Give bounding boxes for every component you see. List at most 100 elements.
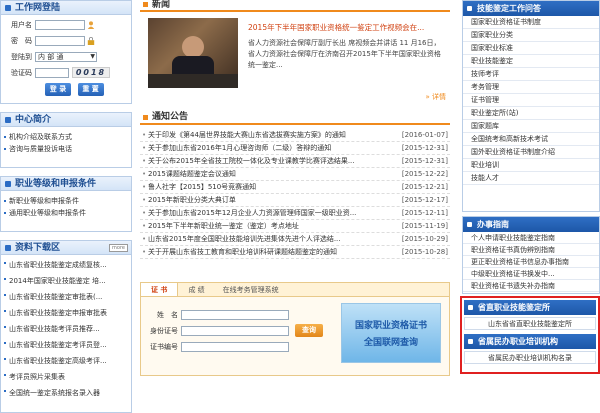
list-item[interactable]: 全国统一鉴定系统报名录入器 [1,385,131,401]
notice-link[interactable]: 鲁人社字【2015】510号竞赛通知 [140,181,390,193]
bullet-icon [467,6,472,11]
list-item[interactable]: 技能人才 [463,172,599,185]
list-item[interactable]: 全国统考和高新技术考试 [463,133,599,146]
notice-date: [2015-12-22] [401,170,448,178]
list-item[interactable]: 职业资格证书遗失补办指南 [463,280,599,292]
list-item[interactable]: 职业鉴定所(站) [463,107,599,120]
notice-header: 通知公告 [140,112,450,125]
list-item[interactable]: 山东省省直职业技能鉴定所 [464,317,596,330]
guide-title: 办事指南 [477,220,509,229]
more-button[interactable]: more [109,244,128,252]
list-item[interactable]: 证书管理 [463,94,599,107]
login-header: 工作网登陆 [1,1,131,15]
name-label: 姓 名 [157,310,178,319]
reset-button[interactable]: 重 置 [77,83,104,96]
list-item[interactable]: 通用职业等级和申报条件 [1,207,131,219]
news-header: 新闻 [140,0,450,12]
notice-link[interactable]: 关于开展山东省技工教育和职业培训科研课题结题鉴定的通知 [140,246,390,258]
notice-link[interactable]: 2015年新职业分类大典订单 [140,194,390,206]
notice-link[interactable]: 关于印发《第44届世界技能大赛山东省选拔赛实施方案》的通知 [140,129,390,141]
list-item[interactable]: 个人申请职业技能鉴定指南 [463,232,599,244]
notice-date: [2016-01-07] [401,131,448,139]
bullet-icon [143,2,148,7]
notice-date: [2015-12-31] [401,157,448,165]
list-item[interactable]: 考务管理 [463,81,599,94]
notice-link[interactable]: 山东省2015年度全国职业技能培训先进集体先进个人评选结... [140,233,390,245]
guide-panel: 办事指南 个人申请职业技能鉴定指南 职业资格证书真伪辨别指南 更正职业资格证书信… [462,216,600,294]
table-row[interactable]: 关于公布2015年全省技工院校一体化及专业课教学比赛评选结果... [2015-1… [140,155,450,168]
table-row[interactable]: 关于参加山东省2016年1月心理咨询师（二级）答辩的通知 [2015-12-31] [140,142,450,155]
lock-icon [87,36,95,45]
notice-date: [2015-12-17] [401,196,448,204]
tab-online-exam[interactable]: 在线考务管理系统 [215,283,287,296]
list-item[interactable]: 国外职业资格证书制度介绍 [463,146,599,159]
list-item[interactable]: 国家职业标准 [463,42,599,55]
list-item[interactable]: 山东省职业技能考评员推荐... [1,321,131,337]
list-item[interactable]: 山东省职业技能鉴定申报审批表 [1,305,131,321]
list-item[interactable]: 机构介绍及联系方式 [1,131,131,143]
tab-certificate[interactable]: 证 书 [141,283,179,296]
list-item[interactable]: 国家职业资格证书制度 [463,16,599,29]
double-chevron-icon: » [425,93,430,101]
table-row[interactable]: 2015课题结题鉴定会议通知 [2015-12-22] [140,168,450,181]
list-item[interactable]: 咨询与质量投诉电话 [1,143,131,155]
table-row[interactable]: 关于参加山东省2015年12月企业人力资源管理师国家一级职业资... [2015-… [140,207,450,220]
list-item[interactable]: 山东省职业技能鉴定考评员登... [1,337,131,353]
table-row[interactable]: 2015年新职业分类大典订单 [2015-12-17] [140,194,450,207]
list-item[interactable]: 国家职业分类 [463,29,599,42]
password-input[interactable] [35,35,85,46]
cert-input[interactable] [181,341,289,352]
login-title: 工作网登陆 [15,3,61,13]
id-label: 身份证号 [150,326,178,335]
bullet-icon [468,339,473,344]
bullet-icon [467,222,472,227]
skills-title: 技能鉴定工作问答 [477,4,541,13]
list-item[interactable]: 中级职业资格证书换发中... [463,268,599,280]
list-item[interactable]: 职业资格证书真伪辨别指南 [463,244,599,256]
list-item[interactable]: 技师考评 [463,68,599,81]
list-item[interactable]: 省属民办职业培训机构名录 [464,351,596,364]
tab-score[interactable]: 成 绩 [178,283,214,296]
notice-date: [2015-12-11] [401,209,448,217]
username-input[interactable] [35,19,85,30]
query-button[interactable]: 查询 [295,324,323,337]
notice-link[interactable]: 关于参加山东省2016年1月心理咨询师（二级）答辩的通知 [140,142,390,154]
table-row[interactable]: 2015年下半年新职业统一鉴定（鉴定）考点地址 [2015-11-19] [140,220,450,233]
notice-link[interactable]: 关于公布2015年全省技工院校一体化及专业课教学比赛评选结果... [140,155,390,167]
captcha-input[interactable] [35,67,69,78]
table-row[interactable]: 鲁人社字【2015】510号竞赛通知 [2015-12-21] [140,181,450,194]
news-photo[interactable] [148,18,238,88]
dept-label: 登陆到 [11,52,32,61]
list-item[interactable]: 考评员照片采集表 [1,369,131,385]
table-row[interactable]: 关于印发《第44届世界技能大赛山东省选拔赛实施方案》的通知 [2016-01-07… [140,129,450,142]
table-row[interactable]: 山东省2015年度全国职业技能培训先进集体先进个人评选结... [2015-10-… [140,233,450,246]
list-item[interactable]: 山东省职业技能鉴定高级考评... [1,353,131,369]
center-intro-title: 中心简介 [15,115,52,125]
list-item[interactable]: 更正职业资格证书信息办事指南 [463,256,599,268]
notice-title: 通知公告 [152,112,189,122]
name-input[interactable] [181,309,289,320]
news-summary: 省人力资源社会保障厅副厅长出 席视频会并讲话 11 月16日，省人力资源社会保障… [248,39,441,69]
skills-header: 技能鉴定工作问答 [463,1,599,16]
captcha-image[interactable]: 0018 [72,67,110,78]
news-headline[interactable]: 2015年下半年国家职业资格统一鉴定工作视频会在... [248,22,448,33]
list-item[interactable]: 山东省职业技能鉴定审批表(... [1,289,131,305]
notice-link[interactable]: 2015年下半年新职业统一鉴定（鉴定）考点地址 [140,220,390,232]
list-item[interactable]: 职业培训 [463,159,599,172]
bullet-icon [468,305,473,310]
notice-link[interactable]: 2015课题结题鉴定会议通知 [140,168,390,180]
training-title: 省属民办职业培训机构 [478,337,558,346]
notice-link[interactable]: 关于参加山东省2015年12月企业人力资源管理师国家一级职业资... [140,207,390,219]
id-input[interactable] [181,325,289,336]
list-item[interactable]: 2014年国家职业技能鉴定 培... [1,273,131,289]
list-item[interactable]: 职业技能鉴定 [463,55,599,68]
grade-title: 职业等级和申报条件 [15,179,97,189]
dept-select[interactable]: 内 部 通 ▼ [35,51,97,62]
list-item[interactable]: 山东省职业技能鉴定成绩复核... [1,257,131,273]
list-item[interactable]: 国家题库 [463,120,599,133]
news-more-link[interactable]: » 详情 [425,92,446,102]
cert-query-banner[interactable]: 国家职业资格证书 全国联网查询 [341,303,441,363]
login-button[interactable]: 登 录 [45,83,71,96]
list-item[interactable]: 新职业等级和申报条件 [1,195,131,207]
table-row[interactable]: 关于开展山东省技工教育和职业培训科研课题结题鉴定的通知 [2015-10-28] [140,246,450,259]
